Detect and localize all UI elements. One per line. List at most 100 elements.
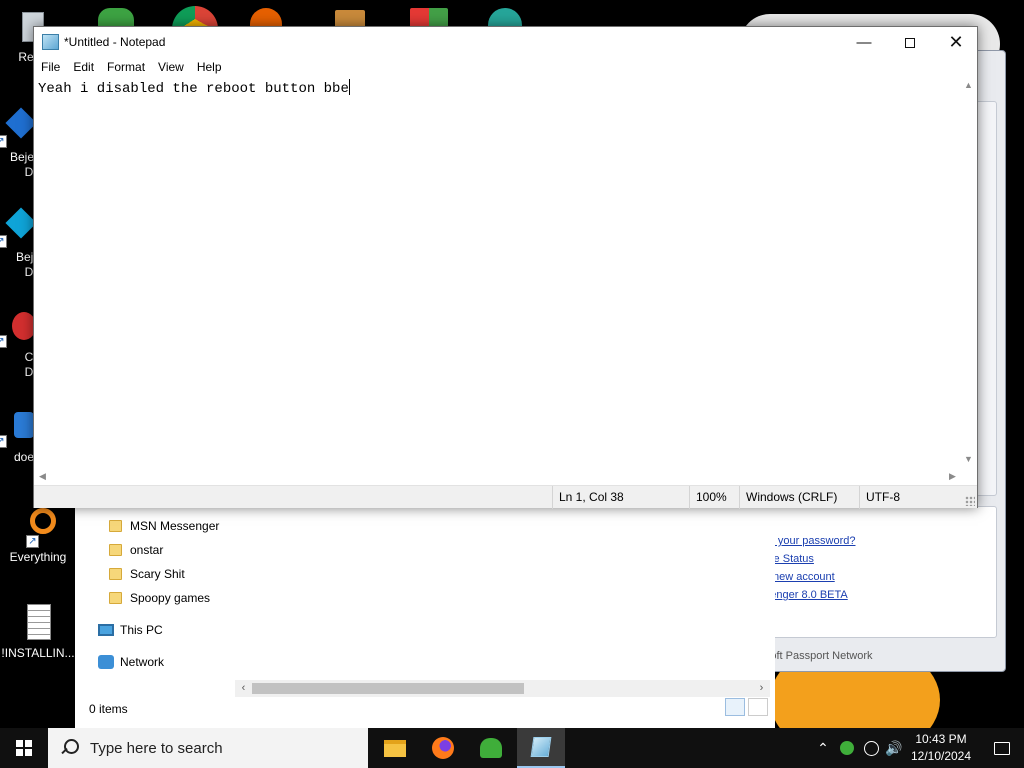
details-view-button[interactable] — [725, 698, 745, 716]
nav-item-label: Scary Shit — [130, 567, 185, 581]
desktop-icon-everything[interactable]: ↗ Everything — [0, 508, 76, 565]
editor-content: Yeah i disabled the reboot button bbe — [38, 81, 349, 97]
large-icons-view-button[interactable] — [748, 698, 768, 716]
taskbar-msn-messenger[interactable] — [467, 728, 515, 768]
scroll-right-arrow-icon[interactable]: ▶ — [944, 468, 961, 485]
nav-item-this-pc[interactable]: This PC — [98, 618, 163, 642]
scroll-left-arrow-icon[interactable]: ‹ — [235, 680, 252, 697]
nav-item-network[interactable]: Network — [98, 650, 164, 674]
status-bar: Ln 1, Col 38 100% Windows (CRLF) UTF-8 — [34, 485, 977, 509]
desktop-icon-installing-doc[interactable]: !INSTALLIN... — [0, 604, 76, 661]
menu-edit[interactable]: Edit — [66, 58, 100, 77]
msn-tray-icon — [840, 741, 854, 755]
shortcut-arrow-icon: ↗ — [26, 535, 39, 548]
msn-messenger-icon — [480, 738, 502, 758]
search-placeholder: Type here to search — [90, 739, 223, 757]
nav-item-spoopy-games[interactable]: Spoopy games — [109, 586, 210, 610]
scroll-right-arrow-icon[interactable]: › — [753, 680, 770, 697]
clock-time: 10:43 PM — [915, 732, 967, 746]
nav-item-label: This PC — [120, 623, 163, 637]
minimize-icon: — — [856, 34, 872, 51]
close-button[interactable]: ✕ — [933, 27, 979, 58]
notepad-window: *Untitled - Notepad — ✕ File Edit Format… — [33, 26, 978, 509]
vertical-scrollbar[interactable]: ▲ ▼ — [960, 77, 977, 468]
encoding: UTF-8 — [859, 486, 900, 509]
firefox-icon — [432, 737, 454, 759]
file-explorer-window: MSN Messenger onstar Scary Shit Spoopy g… — [75, 490, 775, 728]
menu-format[interactable]: Format — [100, 58, 151, 77]
game-icon[interactable] — [488, 8, 522, 28]
folder-icon — [109, 520, 122, 532]
notepad-icon — [42, 34, 59, 50]
show-hidden-icons-button[interactable]: ⌃ — [814, 728, 832, 768]
notifications-button[interactable] — [980, 728, 1024, 768]
menu-bar: File Edit Format View Help — [34, 58, 228, 77]
taskbar-firefox[interactable] — [419, 728, 467, 768]
shield-icon[interactable] — [410, 8, 448, 28]
scroll-up-arrow-icon[interactable]: ▲ — [960, 77, 977, 94]
network-icon — [98, 655, 114, 669]
resize-grip-icon[interactable] — [965, 496, 975, 506]
nav-item-onstar[interactable]: onstar — [109, 538, 163, 562]
everything-search-icon: ↗ — [18, 508, 58, 548]
notification-icon — [994, 741, 1010, 755]
cursor-position: Ln 1, Col 38 — [552, 486, 624, 509]
shortcut-arrow-icon: ↗ — [0, 435, 7, 448]
nav-item-label: onstar — [130, 543, 164, 557]
maximize-button[interactable] — [887, 27, 933, 58]
menu-help[interactable]: Help — [190, 58, 228, 77]
maximize-icon — [905, 37, 915, 48]
scroll-thumb[interactable] — [252, 683, 524, 694]
nav-item-label: Network — [120, 655, 165, 669]
firefox-icon[interactable] — [250, 8, 282, 28]
tray-network[interactable] — [860, 728, 882, 768]
bejeweled-icon: ↗ — [0, 207, 37, 248]
chrome-icon: ↗ — [0, 308, 36, 348]
title-bar[interactable]: *Untitled - Notepad — ✕ — [34, 27, 977, 58]
search-box[interactable]: Type here to search — [48, 728, 368, 768]
horizontal-scrollbar[interactable]: ◀ ▶ — [34, 468, 961, 485]
speaker-icon: 🔊 — [885, 739, 903, 756]
text-editor[interactable]: Yeah i disabled the reboot button bbe — [34, 77, 961, 468]
scroll-left-arrow-icon[interactable]: ◀ — [34, 468, 51, 485]
shortcut-arrow-icon: ↗ — [0, 235, 7, 248]
windows-logo-icon — [16, 740, 32, 756]
desktop-icon-label: Everything — [9, 550, 67, 564]
explorer-horizontal-scrollbar[interactable]: ‹ › — [235, 680, 770, 697]
folder-icon — [109, 592, 122, 604]
nav-item-msn-messenger[interactable]: MSN Messenger — [109, 514, 219, 538]
nav-item-scary-shit[interactable]: Scary Shit — [109, 562, 185, 586]
menu-view[interactable]: View — [151, 58, 190, 77]
taskbar-file-explorer[interactable] — [371, 728, 419, 768]
clock[interactable]: 10:43 PM 12/10/2024 — [905, 731, 977, 765]
minimize-button[interactable]: — — [841, 27, 887, 58]
folder-icon — [109, 568, 122, 580]
line-ending: Windows (CRLF) — [739, 486, 837, 509]
text-document-icon — [18, 604, 58, 644]
close-icon: ✕ — [948, 32, 964, 52]
shortcut-arrow-icon: ↗ — [0, 135, 7, 148]
search-icon — [60, 739, 79, 757]
chevron-up-icon: ⌃ — [817, 739, 829, 756]
item-count: 0 items — [89, 702, 128, 716]
taskbar-notepad[interactable] — [517, 728, 565, 768]
desktop-icon-label: !INSTALLIN... — [1, 646, 75, 660]
text-caret — [348, 79, 350, 95]
nav-item-label: MSN Messenger — [130, 519, 220, 533]
tray-volume[interactable]: 🔊 — [884, 728, 904, 768]
tray-messenger[interactable] — [836, 728, 858, 768]
taskbar: Type here to search ⌃ 🔊 10:43 PM 12/10/2… — [0, 728, 1024, 768]
bejeweled-icon: ↗ — [0, 107, 37, 148]
scroll-down-arrow-icon[interactable]: ▼ — [960, 451, 977, 468]
app-icon: ↗ — [0, 408, 34, 448]
zoom-level: 100% — [689, 486, 727, 509]
file-explorer-icon — [384, 739, 406, 757]
clock-date: 12/10/2024 — [910, 749, 972, 763]
menu-file[interactable]: File — [34, 58, 66, 77]
computer-icon — [98, 624, 114, 636]
folder-icon — [109, 544, 122, 556]
globe-icon — [863, 740, 879, 756]
shortcut-arrow-icon: ↗ — [0, 335, 7, 348]
start-button[interactable] — [0, 728, 48, 768]
notepad-icon — [530, 737, 552, 757]
